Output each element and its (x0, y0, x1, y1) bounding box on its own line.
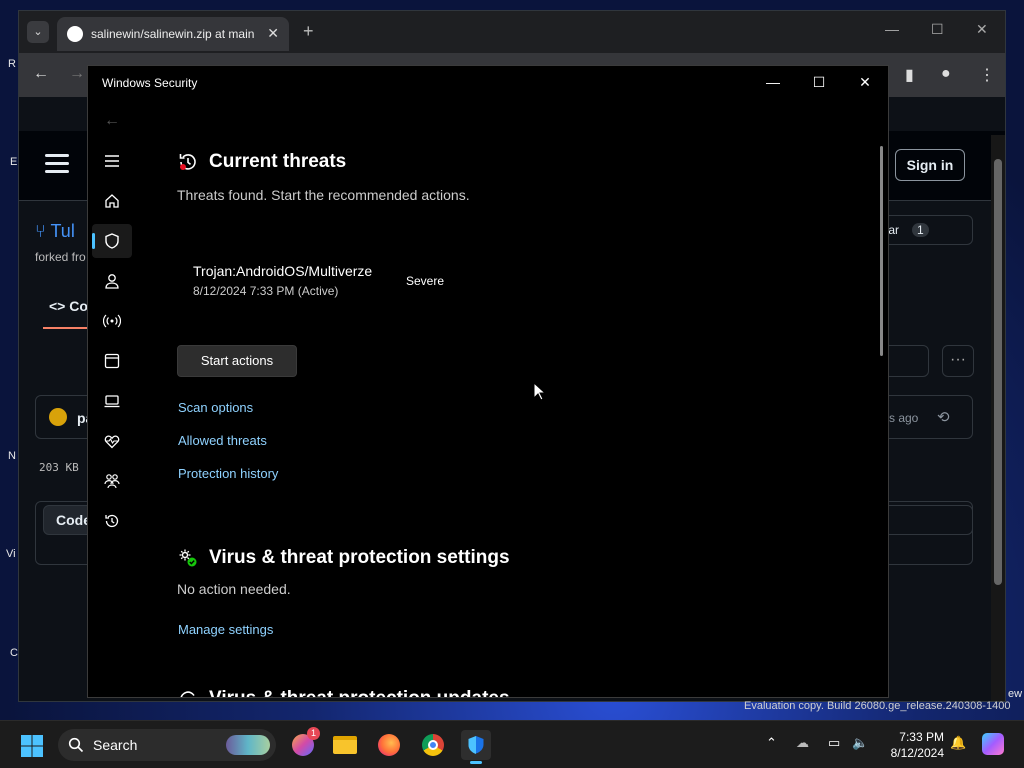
protection-history-link[interactable]: Protection history (178, 466, 278, 481)
settings-title: Virus & threat protection settings (209, 547, 510, 568)
updates-icon (180, 691, 195, 697)
desktop-icon-label: R (8, 58, 16, 70)
taskbar-windows-security-icon[interactable] (461, 730, 491, 764)
star-count: 1 (912, 223, 929, 237)
notification-bell-icon[interactable]: 🔔 (950, 735, 966, 751)
network-icon[interactable] (92, 304, 132, 338)
search-highlight-image (226, 735, 270, 755)
browser-menu-icon[interactable]: ⋮ (979, 65, 995, 85)
threat-history-icon (179, 154, 196, 170)
window-title: Windows Security (102, 76, 198, 90)
edit-button-group[interactable] (881, 505, 973, 535)
code-tab-label: Co (69, 298, 88, 314)
family-icon[interactable] (92, 464, 132, 498)
updates-header: Virus & threat protection updates (177, 688, 510, 697)
back-button[interactable]: ← (33, 65, 49, 83)
more-options-button[interactable]: ··· (942, 345, 974, 377)
mouse-cursor-icon (533, 382, 547, 401)
sign-in-button[interactable]: Sign in (895, 149, 965, 181)
threat-severity: Severe (406, 274, 445, 288)
desktop-icon-label: C (10, 647, 18, 659)
taskbar-search-box[interactable]: Search (58, 729, 276, 761)
close-button[interactable]: ✕ (850, 72, 880, 92)
active-app-indicator (470, 761, 482, 764)
onedrive-icon[interactable]: ☁ (796, 735, 809, 751)
code-button-label: Code (56, 512, 91, 528)
github-icon (67, 26, 83, 42)
file-size: 203 KB (39, 461, 79, 474)
minimize-button[interactable]: — (758, 72, 788, 92)
show-hidden-icons-chevron-icon[interactable]: ⌃ (766, 735, 777, 751)
start-actions-button[interactable]: Start actions (177, 345, 297, 377)
device-security-icon[interactable] (92, 384, 132, 418)
search-icon (68, 737, 84, 753)
scan-options-link[interactable]: Scan options (178, 400, 253, 415)
browser-tab-bar: ⌄ salinewin/salinewin.zip at main ✕ + — … (19, 11, 1005, 53)
taskbar-firefox-icon[interactable] (374, 730, 404, 760)
taskbar: Search 1 ⌃ ☁ ▭ 🔈 7:33 PM 8/12/2024 🔔 (0, 720, 1024, 768)
evaluation-watermark: Evaluation copy. Build 26080.ge_release.… (744, 700, 1011, 712)
forked-from-text: forked fro (35, 250, 86, 264)
history-icon[interactable]: ⟲ (937, 408, 950, 426)
browser-maximize-button[interactable]: ☐ (931, 21, 944, 38)
clock-date: 8/12/2024 (890, 746, 944, 760)
manage-settings-link[interactable]: Manage settings (178, 622, 273, 637)
avatar (49, 408, 67, 426)
side-panel-icon[interactable]: ▮ (905, 65, 914, 85)
copilot-preview-icon[interactable] (982, 733, 1004, 755)
code-tab[interactable]: <> Co (49, 298, 88, 314)
browser-tab[interactable]: salinewin/salinewin.zip at main ✕ (57, 17, 289, 51)
desktop-icon-label: Vi (6, 548, 16, 560)
desktop-icon-label: ew (1008, 688, 1023, 700)
home-icon[interactable] (92, 184, 132, 218)
app-browser-icon[interactable] (92, 344, 132, 378)
allowed-threats-link[interactable]: Allowed threats (178, 433, 267, 448)
forward-button[interactable]: → (69, 65, 85, 83)
current-threats-header: Current threats (177, 151, 346, 173)
repo-name-text: Tul (50, 221, 75, 241)
threat-name: Trojan:AndroidOS/Multiverze (193, 263, 373, 279)
back-arrow-icon[interactable]: ← (104, 112, 120, 130)
updates-title: Virus & threat protection updates (209, 688, 510, 697)
current-threats-title: Current threats (209, 151, 347, 172)
browser-scrollbar[interactable] (991, 135, 1005, 701)
clock[interactable]: 7:33 PM 8/12/2024 (880, 729, 944, 761)
network-status-icon[interactable]: ▭ (828, 735, 840, 751)
commit-time: rs ago (885, 411, 919, 425)
taskbar-file-explorer-icon[interactable] (330, 730, 360, 760)
taskbar-chrome-icon[interactable] (418, 730, 448, 760)
profile-icon[interactable]: ● (941, 65, 951, 83)
taskbar-copilot-icon[interactable]: 1 (288, 727, 320, 760)
menu-icon[interactable] (92, 144, 132, 178)
github-menu-icon[interactable] (45, 154, 69, 178)
desktop-icon-label: N (8, 450, 16, 462)
code-tab-underline (43, 327, 93, 329)
new-tab-button[interactable]: + (303, 21, 314, 42)
threats-subtitle: Threats found. Start the recommended act… (177, 187, 470, 203)
health-icon[interactable] (92, 424, 132, 458)
windows-start-icon[interactable] (20, 734, 44, 758)
tab-close-icon[interactable]: ✕ (267, 25, 279, 42)
threat-date: 8/12/2024 7:33 PM (Active) (193, 284, 339, 298)
search-label: Search (93, 737, 138, 753)
maximize-button[interactable]: ☐ (804, 72, 834, 92)
history-icon[interactable] (92, 504, 132, 538)
tab-title: salinewin/salinewin.zip at main (91, 27, 255, 41)
account-icon[interactable] (92, 264, 132, 298)
settings-header: Virus & threat protection settings (177, 547, 510, 569)
shield-icon[interactable] (92, 224, 132, 258)
windows-security-window: Windows Security — ☐ ✕ ← Current threats… (87, 65, 889, 698)
clock-time: 7:33 PM (899, 730, 944, 744)
tab-search-dropdown[interactable]: ⌄ (27, 21, 49, 43)
browser-close-button[interactable]: ✕ (976, 21, 988, 38)
notification-badge: 1 (307, 727, 320, 740)
volume-icon[interactable]: 🔈 (852, 735, 868, 751)
settings-subtitle: No action needed. (177, 581, 291, 597)
desktop-icon-label: E (10, 156, 18, 168)
browser-minimize-button[interactable]: — (885, 21, 899, 37)
content-scrollbar[interactable] (880, 146, 883, 356)
repo-name[interactable]: ⑂ Tul (35, 221, 75, 242)
browser-scrollbar-thumb[interactable] (994, 159, 1002, 585)
settings-gear-icon (179, 549, 197, 567)
